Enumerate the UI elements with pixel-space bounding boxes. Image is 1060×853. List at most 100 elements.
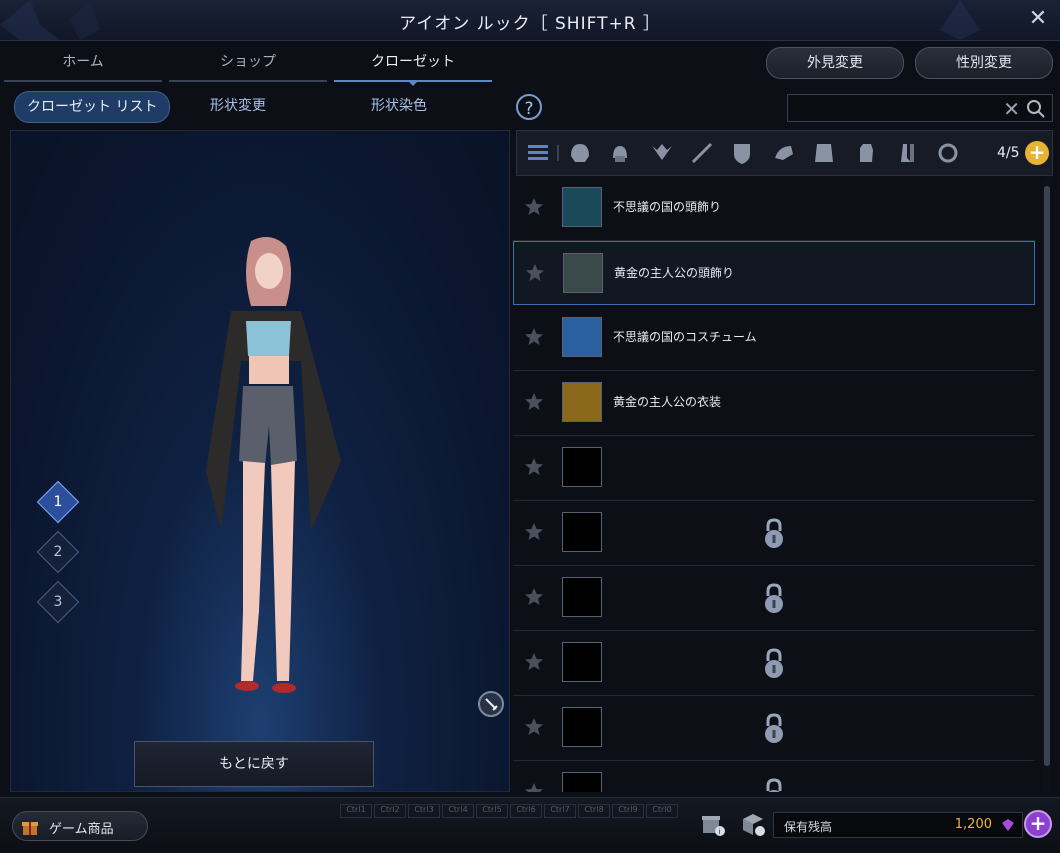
favorite-star-icon[interactable] (524, 392, 544, 412)
weapon-toggle-button[interactable] (478, 691, 504, 717)
all-slots-icon[interactable] (525, 140, 551, 166)
preset-1[interactable]: 1 (36, 480, 80, 524)
preset-2[interactable]: 2 (36, 530, 80, 574)
storage-clock-icon[interactable] (740, 811, 766, 837)
filter-divider (557, 145, 559, 161)
tab-closet[interactable]: クローゼット (334, 42, 492, 86)
lock-icon (765, 648, 783, 678)
item-thumbnail (562, 382, 602, 422)
clear-icon[interactable]: ✕ (1003, 97, 1020, 121)
gender-change-button[interactable]: 性別変更 (915, 47, 1053, 79)
subtab-shape-dye[interactable]: 形状染色 (356, 91, 442, 121)
weapon-icon[interactable] (689, 140, 715, 166)
revert-button[interactable]: もとに戻す (134, 741, 374, 787)
item-name: 不思議の国の頭飾り (613, 200, 722, 214)
favorite-star-icon[interactable] (524, 457, 544, 477)
closet-item-row[interactable]: 不思議の国の頭飾り (513, 176, 1035, 241)
item-thumbnail (562, 512, 602, 552)
hotkey-slot[interactable]: Ctrl5 (476, 804, 508, 818)
hotkey-slot[interactable]: Ctrl3 (408, 804, 440, 818)
hotkey-slot[interactable]: Ctrl7 (544, 804, 576, 818)
title-bar: アイオン ルック［ SHIFT+R ］ ✕ (0, 0, 1060, 41)
closet-item-row[interactable] (513, 696, 1035, 761)
closet-item-row[interactable] (513, 566, 1035, 631)
lock-icon (766, 778, 782, 792)
closet-item-row[interactable] (513, 761, 1035, 792)
favorite-star-icon[interactable] (524, 587, 544, 607)
gift-icon (22, 822, 38, 835)
favorite-star-icon[interactable] (524, 197, 544, 217)
balance-label: 保有残高 (784, 820, 833, 834)
hotkey-slot[interactable]: Ctrl6 (510, 804, 542, 818)
hotkey-slot[interactable]: Ctrl2 (374, 804, 406, 818)
closet-item-row[interactable]: 黄金の主人公の頭飾り (513, 241, 1035, 305)
hotkey-slot[interactable]: Ctrl1 (340, 804, 372, 818)
gem-icon (1002, 819, 1014, 831)
favorite-star-icon[interactable] (524, 652, 544, 672)
subtab-shape-change[interactable]: 形状変更 (195, 91, 281, 121)
shoulder-icon[interactable] (771, 140, 797, 166)
preset-3[interactable]: 3 (36, 580, 80, 624)
window-title: アイオン ルック［ SHIFT+R ］ (399, 14, 661, 34)
add-slot-button[interactable]: + (1025, 141, 1049, 165)
closet-item-row[interactable] (513, 631, 1035, 696)
preset-2-label: 2 (53, 544, 63, 560)
boots-icon[interactable] (895, 140, 921, 166)
preset-3-label: 3 (53, 594, 63, 610)
item-thumbnail (562, 187, 602, 227)
help-button[interactable]: ? (516, 94, 542, 120)
item-thumbnail (562, 317, 602, 357)
favorite-star-icon[interactable] (524, 327, 544, 347)
closet-item-row[interactable]: 不思議の国のコスチューム (513, 306, 1035, 371)
game-items-label: ゲーム商品 (49, 822, 114, 837)
hotkey-slot[interactable]: Ctrl0 (646, 804, 678, 818)
balance-value: 1,200 (954, 817, 992, 832)
search-input[interactable] (794, 98, 998, 120)
close-icon[interactable]: ✕ (1026, 7, 1050, 31)
hotkey-slot[interactable]: Ctrl4 (442, 804, 474, 818)
hotkey-slot[interactable]: Ctrl8 (578, 804, 610, 818)
subtab-closet-list[interactable]: クローゼット リスト (14, 91, 171, 123)
appearance-change-button[interactable]: 外見変更 (766, 47, 904, 79)
item-thumbnail (562, 707, 602, 747)
balance-display: 保有残高 1,200 (773, 812, 1023, 838)
shield-icon[interactable] (729, 140, 755, 166)
lock-icon (765, 713, 783, 743)
lock-icon (765, 583, 783, 613)
item-name: 黄金の主人公の衣装 (613, 395, 722, 409)
closet-item-row[interactable] (513, 436, 1035, 501)
closet-item-row[interactable]: 黄金の主人公の衣装 (513, 371, 1035, 436)
scrollbar-thumb[interactable] (1044, 186, 1050, 766)
tab-shop[interactable]: ショップ (169, 42, 327, 82)
lock-icon (765, 518, 783, 548)
character-model (206, 237, 341, 693)
accessory-icon[interactable] (935, 140, 961, 166)
headgear-icon[interactable] (607, 140, 633, 166)
gift-box-info-icon[interactable]: i (700, 811, 726, 837)
favorite-star-icon[interactable] (525, 263, 545, 283)
gloves-icon[interactable] (853, 140, 879, 166)
helmet-icon[interactable] (567, 140, 593, 166)
item-name: 黄金の主人公の頭飾り (614, 266, 735, 280)
preset-1-label: 1 (53, 494, 63, 510)
svg-text:i: i (719, 828, 721, 836)
item-thumbnail (562, 577, 602, 617)
favorite-star-icon[interactable] (524, 782, 544, 792)
chest-armor-icon[interactable] (811, 140, 837, 166)
favorite-star-icon[interactable] (524, 522, 544, 542)
favorite-star-icon[interactable] (524, 717, 544, 737)
item-name: 不思議の国のコスチューム (613, 330, 757, 344)
closet-item-row[interactable] (513, 501, 1035, 566)
item-thumbnail (562, 772, 602, 792)
search-icon[interactable] (1026, 99, 1046, 119)
game-items-button[interactable]: ゲーム商品 (12, 811, 148, 841)
closet-item-list: 不思議の国の頭飾り 黄金の主人公の頭飾り不思議の国のコスチューム 黄金の主人公の衣装 (513, 176, 1037, 792)
top-up-button[interactable]: + (1024, 810, 1052, 838)
character-preview[interactable]: 1 2 3 (10, 130, 510, 792)
list-scrollbar[interactable] (1043, 178, 1051, 792)
hotkey-slot[interactable]: Ctrl9 (612, 804, 644, 818)
item-thumbnail (562, 447, 602, 487)
wings-icon[interactable] (649, 140, 675, 166)
slot-count: 4/5 (997, 145, 1020, 161)
tab-home[interactable]: ホーム (4, 42, 162, 82)
